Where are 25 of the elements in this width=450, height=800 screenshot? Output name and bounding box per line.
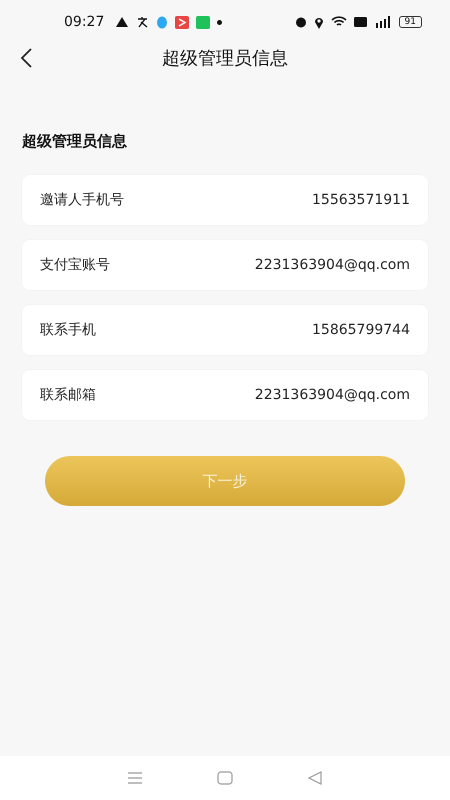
status-time: 09:27 xyxy=(64,14,104,30)
field-label: 联系手机 xyxy=(40,321,96,339)
signal-icon xyxy=(374,16,392,28)
field-value: 15563571911 xyxy=(312,192,410,208)
app-icon xyxy=(196,16,210,28)
field-label: 联系邮箱 xyxy=(40,386,96,404)
section-title: 超级管理员信息 xyxy=(22,132,128,151)
menu-icon[interactable] xyxy=(127,772,143,784)
translate-icon xyxy=(136,16,150,28)
next-button[interactable]: 下一步 xyxy=(45,456,405,506)
wifi-icon xyxy=(330,16,347,28)
dot-icon xyxy=(217,20,222,24)
back-triangle-icon[interactable] xyxy=(307,771,323,785)
field-value: 15865799744 xyxy=(312,322,410,338)
field-label: 支付宝账号 xyxy=(40,256,110,274)
field-value: 2231363904@qq.com xyxy=(254,257,410,273)
warning-icon xyxy=(115,16,130,28)
battery-level: 91 xyxy=(398,16,422,28)
location-icon xyxy=(314,16,324,28)
field-label: 邀请人手机号 xyxy=(40,191,124,209)
play-app-icon xyxy=(175,16,190,28)
home-icon[interactable] xyxy=(217,771,233,785)
field-value: 2231363904@qq.com xyxy=(254,387,410,403)
page-title: 超级管理员信息 xyxy=(162,47,288,70)
back-icon[interactable] xyxy=(19,48,33,68)
